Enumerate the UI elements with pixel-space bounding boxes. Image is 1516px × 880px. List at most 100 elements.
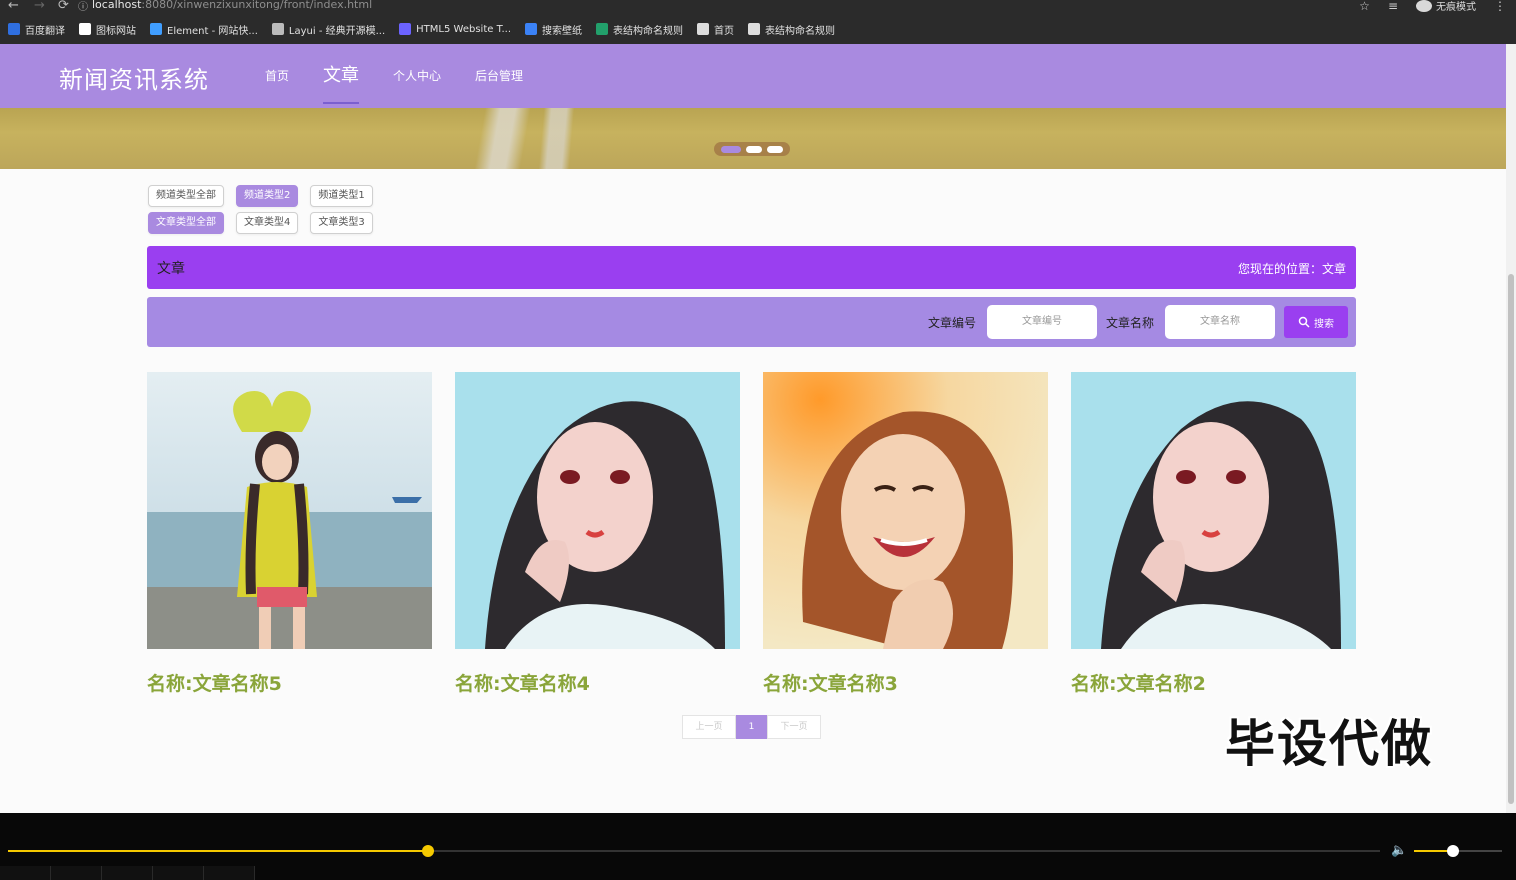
- bookmark-item[interactable]: 百度翻译: [8, 22, 65, 37]
- url-path: :8080/xinwenzixunxitong/front/index.html: [141, 0, 373, 11]
- article-thumbnail[interactable]: [147, 372, 432, 649]
- bookmark-label: Element - 网站快...: [167, 25, 258, 37]
- bookmark-item[interactable]: Layui - 经典开源模...: [271, 22, 386, 37]
- article-card[interactable]: 名称:文章名称4: [455, 372, 740, 696]
- nav-item[interactable]: 个人中心: [376, 44, 458, 108]
- bookmarks-bar: 百度翻译 图标网站 Element - 网站快... Layui - 经典开源模...…: [0, 14, 1516, 44]
- nav-item[interactable]: 文章: [306, 44, 376, 108]
- star-icon[interactable]: ☆: [1359, 0, 1370, 13]
- article-id-input[interactable]: 文章编号: [987, 305, 1097, 339]
- forward-icon[interactable]: →: [34, 0, 45, 13]
- main-nav: 首页 文章 个人中心 后台管理: [248, 44, 540, 108]
- bookmark-item[interactable]: 首页: [697, 22, 734, 37]
- bookmark-icon: [79, 23, 91, 35]
- article-title[interactable]: 名称:文章名称5: [147, 669, 432, 696]
- bookmark-icon: [8, 23, 20, 35]
- article-title[interactable]: 名称:文章名称2: [1071, 669, 1356, 696]
- volume-slider[interactable]: [1414, 845, 1502, 857]
- progress-fill: [8, 850, 428, 852]
- watermark-text: 毕设代做: [1225, 715, 1433, 773]
- video-player-bar: 🔈: [0, 813, 1516, 880]
- bookmark-icon: [748, 23, 761, 35]
- bookmark-item[interactable]: Element - 网站快...: [150, 22, 258, 37]
- article-name-input[interactable]: 文章名称: [1165, 305, 1275, 339]
- carousel-indicators: [714, 142, 790, 156]
- bookmark-icon: [596, 23, 609, 35]
- bookmark-item[interactable]: 图标网站: [79, 22, 136, 37]
- bookmark-icon: [271, 23, 284, 35]
- reading-list-icon[interactable]: ≡: [1388, 0, 1398, 13]
- search-button[interactable]: 搜索: [1284, 306, 1348, 338]
- bookmark-item[interactable]: 搜索壁纸: [525, 22, 582, 37]
- bookmark-label: Layui - 经典开源模...: [288, 25, 386, 37]
- channel-filter-tag[interactable]: 频道类型全部: [148, 185, 224, 207]
- incognito-label: 无痕模式: [1436, 2, 1476, 13]
- site-title: 新闻资讯系统: [59, 66, 209, 94]
- progress-handle[interactable]: [421, 845, 434, 857]
- bookmark-label: 搜索壁纸: [542, 25, 583, 37]
- bookmark-icon: [399, 23, 412, 35]
- article-title[interactable]: 名称:文章名称3: [763, 669, 1048, 696]
- player-controls: [0, 866, 1516, 880]
- article-filter-tag[interactable]: 文章类型全部: [148, 212, 224, 234]
- address-bar[interactable]: localhost:8080/xinwenzixunxitong/front/i…: [92, 0, 372, 11]
- bookmark-icon: [525, 23, 538, 35]
- article-filter-tag[interactable]: 文章类型4: [236, 212, 299, 234]
- article-card[interactable]: 名称:文章名称2: [1071, 372, 1356, 696]
- scrollbar-thumb[interactable]: [1508, 274, 1514, 804]
- bookmark-label: 表结构命名规则: [613, 25, 684, 37]
- reload-icon[interactable]: ⟳: [58, 0, 69, 13]
- article-thumbnail[interactable]: [1071, 372, 1356, 649]
- banner-carousel[interactable]: [0, 108, 1506, 169]
- back-icon[interactable]: ←: [8, 0, 19, 13]
- search-button-label: 搜索: [1314, 318, 1334, 330]
- pagination: 上一页 1 下一页: [682, 715, 821, 739]
- article-card[interactable]: 名称:文章名称5: [147, 372, 432, 696]
- control-slot[interactable]: [0, 866, 51, 880]
- carousel-dot[interactable]: [721, 145, 741, 153]
- volume-icon[interactable]: 🔈: [1391, 843, 1407, 858]
- progress-slider[interactable]: [8, 845, 1380, 857]
- control-slot[interactable]: [204, 866, 255, 880]
- menu-icon[interactable]: ⋮: [1494, 0, 1506, 13]
- next-page-button[interactable]: 下一页: [767, 715, 821, 739]
- bookmark-item[interactable]: HTML5 Website T...: [399, 23, 511, 35]
- section-title: 文章: [157, 261, 185, 277]
- article-id-label: 文章编号: [928, 316, 977, 330]
- filter-tags: 频道类型全部 频道类型2 频道类型1 文章类型全部 文章类型4 文章类型3: [148, 185, 373, 239]
- incognito-indicator[interactable]: 无痕模式: [1416, 0, 1476, 13]
- article-title[interactable]: 名称:文章名称4: [455, 669, 740, 696]
- channel-filter-tag[interactable]: 频道类型1: [310, 185, 373, 207]
- channel-filter-row: 频道类型全部 频道类型2 频道类型1: [148, 185, 373, 207]
- nav-item[interactable]: 后台管理: [458, 44, 540, 108]
- nav-item[interactable]: 首页: [248, 44, 306, 108]
- search-icon: [1298, 316, 1310, 328]
- bookmark-label: 表结构命名规则: [765, 25, 836, 37]
- url-host: localhost: [92, 0, 142, 11]
- page-scrollbar[interactable]: [1506, 44, 1516, 813]
- bookmark-icon: [697, 23, 710, 35]
- control-slot[interactable]: [51, 866, 102, 880]
- site-header: 新闻资讯系统 首页 文章 个人中心 后台管理: [0, 44, 1506, 108]
- prev-page-button[interactable]: 上一页: [682, 715, 736, 739]
- bookmark-item[interactable]: 表结构命名规则: [748, 22, 835, 37]
- incognito-icon: [1416, 0, 1432, 12]
- bookmark-label: 图标网站: [96, 25, 136, 37]
- volume-handle[interactable]: [1446, 845, 1459, 857]
- article-thumbnail[interactable]: [455, 372, 740, 649]
- article-card[interactable]: 名称:文章名称3: [763, 372, 1048, 696]
- info-icon[interactable]: ⓘ: [78, 0, 88, 13]
- control-slot[interactable]: [102, 866, 153, 880]
- carousel-dot[interactable]: [767, 145, 783, 153]
- carousel-dot[interactable]: [746, 145, 762, 153]
- control-slot[interactable]: [153, 866, 204, 880]
- location-text: 您现在的位置：文章: [1237, 262, 1346, 276]
- bookmark-label: 首页: [714, 25, 735, 37]
- web-page: 新闻资讯系统 首页 文章 个人中心 后台管理 频道类型全部 频道类型2 频道类型1 文章类…: [0, 44, 1506, 813]
- channel-filter-tag[interactable]: 频道类型2: [236, 185, 299, 207]
- bookmark-item[interactable]: 表结构命名规则: [596, 22, 683, 37]
- page-1-button[interactable]: 1: [736, 715, 767, 739]
- article-filter-tag[interactable]: 文章类型3: [310, 212, 373, 234]
- bookmark-icon: [150, 23, 162, 35]
- article-thumbnail[interactable]: [763, 372, 1048, 649]
